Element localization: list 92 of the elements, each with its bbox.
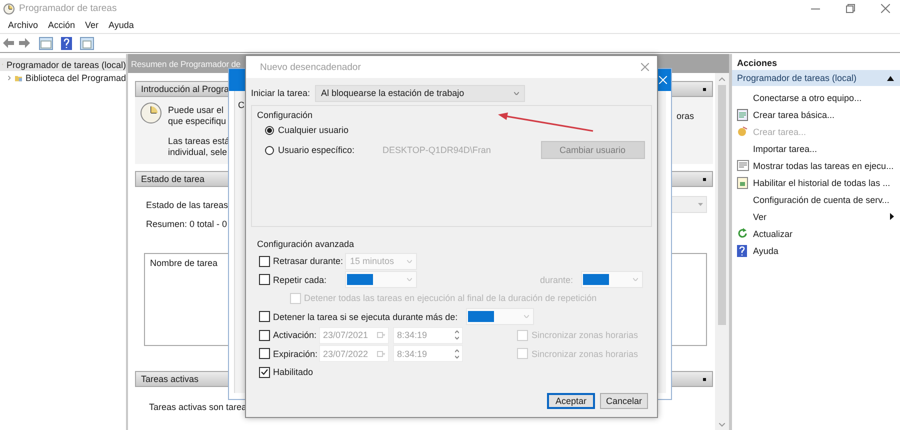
- duration-dropdown[interactable]: [581, 271, 643, 288]
- action-item[interactable]: Mostrar todas las tareas en ejecu...: [732, 157, 900, 174]
- action-item[interactable]: Conectarse a otro equipo...: [732, 89, 900, 106]
- list-icon: [737, 160, 749, 171]
- task-icon: [737, 108, 748, 120]
- intro-text: oras: [676, 110, 694, 123]
- refresh-icon: [737, 228, 748, 239]
- close-icon[interactable]: [641, 63, 649, 71]
- scrollbar[interactable]: [715, 73, 729, 430]
- dialog-title: Nuevo desencadenador: [260, 62, 362, 72]
- check-icon: [261, 369, 268, 376]
- checkbox[interactable]: [259, 311, 270, 322]
- collapsed-caret-icon: [7, 74, 12, 82]
- action-item[interactable]: Habilitar el historial de todas las ...: [732, 174, 900, 191]
- console-tree-icon[interactable]: [39, 36, 53, 50]
- action-item[interactable]: Importar tarea...: [732, 140, 900, 157]
- back-arrow-icon[interactable]: [3, 38, 14, 48]
- column-header: Nombre de tarea: [150, 258, 218, 268]
- option-label: Retrasar durante:: [273, 256, 342, 266]
- menu-item[interactable]: Acción: [43, 20, 80, 30]
- option-label: Detener la tarea si se ejecuta durante más de:: [273, 312, 458, 322]
- calendar-icon: [377, 350, 385, 357]
- task-icon: [737, 126, 748, 137]
- radio-label: Cualquier usuario: [278, 125, 349, 135]
- spinner-icon: [455, 348, 459, 359]
- collapse-icon[interactable]: [703, 88, 706, 90]
- status-text: Resumen: 0 total - 0: [146, 219, 228, 229]
- scroll-down-icon[interactable]: [719, 423, 725, 427]
- option-label: Sincronizar zonas horarias: [531, 348, 638, 359]
- scroll-up-icon[interactable]: [719, 77, 725, 81]
- spinner-icon: [455, 330, 459, 340]
- maximize-icon[interactable]: [846, 4, 855, 13]
- dialog-button[interactable]: Cancelar: [600, 392, 648, 408]
- caret-icon: [698, 203, 703, 206]
- intro-text: individual, sele: [168, 147, 228, 158]
- caret-icon: [407, 260, 412, 263]
- user-value: DESKTOP-Q1DR94D\Fran: [382, 145, 492, 155]
- intro-text: Puede usar el: [168, 105, 225, 116]
- duration-dropdown[interactable]: [466, 308, 534, 326]
- duration-dropdown[interactable]: [345, 271, 417, 288]
- menu-item[interactable]: Archivo: [3, 20, 44, 30]
- intro-text: que especifiqu: [168, 116, 228, 127]
- tree-item[interactable]: Programador de tareas (local): [0, 58, 126, 71]
- action-item[interactable]: Crear tarea básica...: [732, 106, 900, 123]
- tree-item[interactable]: Biblioteca del Programad: [0, 71, 126, 84]
- group-title: Configuración: [257, 110, 314, 120]
- tab-label: C: [238, 100, 244, 110]
- caret-icon: [633, 278, 638, 282]
- help-icon[interactable]: [61, 36, 72, 50]
- option-label: Activación:: [273, 330, 316, 340]
- submenu-arrow-icon: [890, 213, 894, 220]
- option-label: Expiración:: [273, 348, 316, 359]
- checkbox[interactable]: [259, 348, 270, 360]
- section-title: Configuración avanzada: [256, 239, 356, 251]
- checkbox[interactable]: [259, 274, 270, 286]
- option-label: Detener todas las tareas en ejecución al final de la duración de repetición: [304, 293, 597, 304]
- radio-label: Usuario específico:: [278, 145, 355, 155]
- pane-title: Acciones: [736, 56, 778, 69]
- radio-button[interactable]: [265, 126, 274, 134]
- close-icon[interactable]: [881, 4, 890, 13]
- field-label: Iniciar la tarea:: [251, 88, 310, 98]
- dialog-button[interactable]: Aceptar: [547, 392, 595, 408]
- collapse-icon[interactable]: [703, 378, 706, 380]
- radio-button[interactable]: [265, 146, 274, 154]
- action-item[interactable]: Ver: [732, 208, 900, 225]
- option-label: Habilitado: [273, 367, 314, 378]
- status-text: Estado de las tareas: [146, 200, 228, 210]
- menu-item[interactable]: Ver: [80, 20, 104, 30]
- app-icon: [3, 2, 15, 14]
- checkbox[interactable]: [259, 330, 270, 341]
- option-label: Repetir cada:: [273, 274, 328, 285]
- collapse-arrow-icon: [887, 76, 894, 80]
- checkbox[interactable]: [259, 256, 270, 267]
- history-icon: [737, 176, 748, 188]
- collapse-icon[interactable]: [703, 178, 706, 180]
- caret-icon: [407, 278, 412, 282]
- option-label: Sincronizar zonas horarias: [531, 330, 638, 340]
- forward-arrow-icon[interactable]: [19, 38, 30, 48]
- calendar-icon: [377, 332, 385, 338]
- action-item[interactable]: Actualizar: [732, 225, 900, 242]
- menu-item[interactable]: Ayuda: [104, 20, 139, 30]
- action-item[interactable]: Configuración de cuenta de serv...: [732, 191, 900, 208]
- caret-icon: [514, 92, 520, 94]
- checkbox[interactable]: [259, 366, 270, 378]
- start-dropdown[interactable]: Al bloquearse la estación de trabajo: [315, 84, 526, 102]
- action-item[interactable]: Ayuda: [732, 242, 900, 259]
- caret-icon: [524, 315, 529, 318]
- help-icon: [737, 244, 747, 256]
- window-title: Programador de tareas: [19, 3, 117, 14]
- action-pane-icon[interactable]: [80, 36, 94, 50]
- option-label: durante:: [540, 274, 573, 285]
- action-group-header[interactable]: Programador de tareas (local): [732, 70, 900, 86]
